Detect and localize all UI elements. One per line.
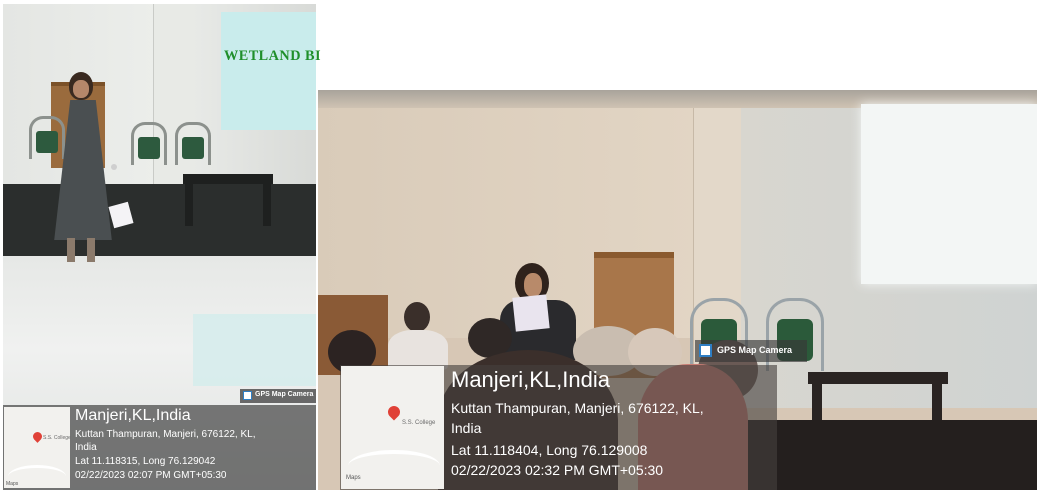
timestamp: 02/22/2023 02:07 PM GMT+05:30 [75,470,227,481]
address-line: India [451,420,482,436]
speaker [43,72,134,272]
gps-map-camera-badge: GPS Map Camera [695,340,807,362]
coordinates: Lat 11.118404, Long 76.129008 [451,442,648,458]
map-road [348,450,440,482]
address-line: Kuttan Thampuran, Manjeri, 676122, KL, [451,400,704,416]
badge-label: GPS Map Camera [255,391,314,398]
address-line: India [75,442,97,453]
projection-screen [861,104,1037,284]
coordinates: Lat 11.118315, Long 76.129042 [75,456,216,467]
table [183,174,273,226]
chair [131,122,167,165]
maps-brand: Maps [6,481,19,487]
gps-map-camera-badge: GPS Map Camera [240,389,316,403]
timestamp: 02/22/2023 02:32 PM GMT+05:30 [451,462,664,478]
audience-head [388,330,448,370]
gps-camera-icon [243,391,252,400]
chair [175,122,211,165]
paper [512,294,550,332]
projection-screen [221,12,316,130]
screen-reflection [193,314,316,386]
address-line: Kuttan Thampuran, Manjeri, 676122, KL, [75,429,256,440]
gps-camera-icon [699,344,712,357]
badge-label: GPS Map Camera [717,345,793,355]
map-place-label: S.S. College [43,435,71,441]
maps-brand: Maps [346,475,361,481]
speaker-face [524,273,542,297]
audience-head [404,302,430,332]
location-title: Manjeri,KL,India [451,367,610,392]
map-place-label: S.S. College [402,420,436,426]
location-title: Manjeri,KL,India [75,407,191,424]
screen-title: WETLAND BI [224,48,322,64]
